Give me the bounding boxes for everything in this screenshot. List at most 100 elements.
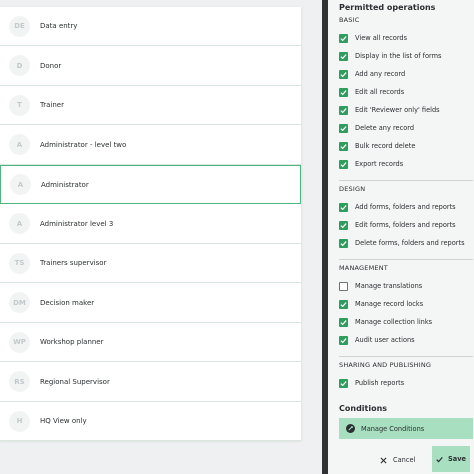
permission-item[interactable]: Delete forms, folders and reports [339,237,465,249]
permission-label: Display in the list of forms [355,52,442,60]
role-name: HQ View only [40,417,87,425]
permission-label: Export records [355,160,404,168]
role-name: Trainer [40,101,64,109]
role-row[interactable]: A Administrator - level two [0,126,301,165]
permission-item[interactable]: Add any record [339,68,405,80]
permission-item[interactable]: Export records [339,158,403,170]
checkmark-icon [340,53,347,59]
section-divider [339,356,473,357]
checkmark-icon [340,125,347,131]
role-avatar: A [9,134,30,155]
role-name: Administrator level 3 [40,219,114,228]
save-label: Save [448,455,466,463]
permission-label: Manage record locks [355,300,424,308]
permission-label: Add forms, folders and reports [355,203,456,211]
checkmark-icon [340,89,347,95]
permission-checkbox[interactable] [339,33,348,43]
role-avatar: TS [9,252,30,274]
role-avatar: WP [9,331,30,353]
role-avatar: T [9,94,30,116]
permission-checkbox[interactable] [339,281,348,291]
role-avatar: D [9,55,30,76]
role-row[interactable]: WP Workshop planner [0,323,301,362]
checkmark-icon [340,161,347,167]
checkmark-icon [340,71,347,77]
save-button[interactable]: Save [432,446,470,472]
role-name: Donor [40,61,62,70]
permission-item[interactable]: Manage collection links [339,316,432,328]
permission-item[interactable]: Audit user actions [339,334,415,346]
permission-checkbox[interactable] [339,105,348,115]
permission-label: Add any record [355,70,406,78]
permission-item[interactable]: Manage record locks [339,298,423,310]
permission-checkbox[interactable] [339,378,348,388]
permission-label: Manage translations [355,282,423,290]
roles-list: DE Data entry D Donor T Trainer A Administrator… [0,7,301,441]
permission-checkbox[interactable] [339,220,348,230]
section-divider [339,180,473,181]
checkmark-icon [340,222,347,228]
cancel-button[interactable]: Cancel [380,452,415,468]
role-name: Regional Supervisor [40,377,110,386]
checkmark-icon [340,240,347,246]
cancel-label: Cancel [393,456,416,464]
permission-item[interactable]: Edit forms, folders and reports [339,219,456,231]
permission-label: Delete forms, folders and reports [355,239,465,247]
permission-checkbox[interactable] [339,317,348,327]
permission-item[interactable]: Display in the list of forms [339,50,441,62]
permission-label: Audit user actions [355,336,415,344]
role-row[interactable]: A Administrator [0,165,301,204]
role-row[interactable]: H HQ View only [0,402,301,441]
permission-checkbox[interactable] [339,238,348,248]
section-label: MANAGEMENT [339,264,388,272]
section-label: BASIC [339,16,360,24]
permission-item[interactable]: View all records [339,32,407,44]
permission-checkbox[interactable] [339,87,348,97]
permission-checkbox[interactable] [339,141,348,151]
permission-checkbox[interactable] [339,299,348,309]
role-avatar: A [10,174,31,195]
checkmark-icon [340,35,347,41]
role-row[interactable]: A Administrator level 3 [0,205,301,244]
conditions-heading: Conditions [339,404,388,413]
permission-label: Edit forms, folders and reports [355,221,456,229]
role-row[interactable]: RS Regional Supervisor [0,363,301,402]
permission-item[interactable]: Manage translations [339,280,422,292]
permission-checkbox[interactable] [339,202,348,212]
checkmark-icon [340,319,347,325]
permission-item[interactable]: Add forms, folders and reports [339,201,456,213]
permission-checkbox[interactable] [339,159,348,169]
role-name: Trainers supervisor [40,259,107,267]
permission-item[interactable]: Publish reports [339,377,404,389]
checkmark-icon [340,301,347,307]
gear-icon [346,424,355,433]
checkmark-icon [340,204,347,210]
permission-item[interactable]: Edit all records [339,86,404,98]
role-row[interactable]: DM Decision maker [0,284,301,323]
checkmark-icon [340,107,347,113]
role-row[interactable]: DE Data entry [0,7,301,46]
permissions-title: Permitted operations [339,3,436,12]
permission-checkbox[interactable] [339,123,348,133]
permission-item[interactable]: Edit 'Reviewer only' fields [339,104,440,116]
permission-label: Publish reports [355,379,405,387]
section-divider [339,259,473,260]
role-row[interactable]: TS Trainers supervisor [0,244,301,283]
permission-item[interactable]: Delete any record [339,122,414,134]
manage-conditions-label: Manage Conditions [361,424,425,433]
permission-label: Edit all records [355,88,405,96]
checkmark-icon [340,380,347,386]
role-row[interactable]: D Donor [0,47,301,86]
role-name: Administrator - level two [40,140,127,149]
permission-checkbox[interactable] [339,335,348,345]
role-row[interactable]: T Trainer [0,86,301,125]
role-avatar: A [9,213,30,234]
manage-conditions-button[interactable]: Manage Conditions [339,418,473,439]
permission-label: Manage collection links [355,318,433,326]
section-label: SHARING AND PUBLISHING [339,361,432,369]
permission-label: View all records [355,34,408,42]
permission-item[interactable]: Bulk record delete [339,140,415,152]
permissions-panel: Permitted operations Conditions Manage C… [328,0,474,474]
permission-checkbox[interactable] [339,51,348,61]
permission-checkbox[interactable] [339,69,348,79]
